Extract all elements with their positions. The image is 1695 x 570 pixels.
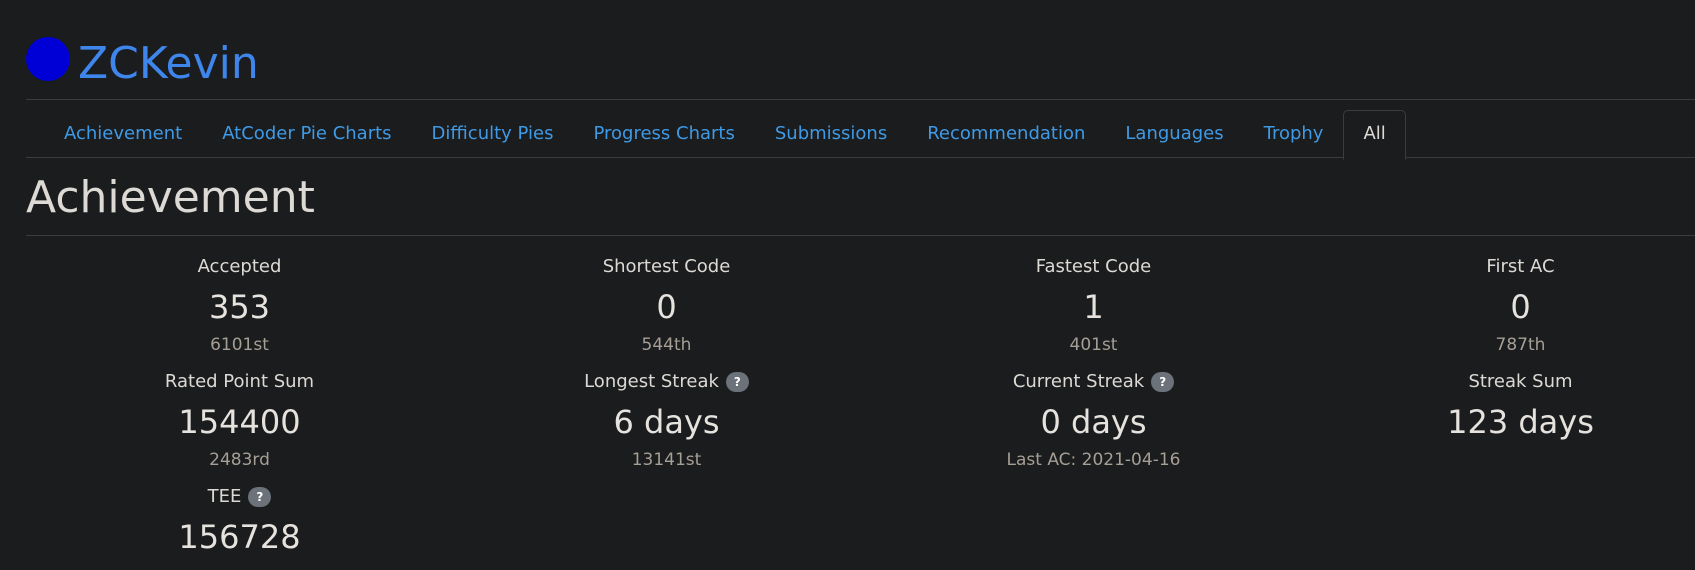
help-icon[interactable]: ? [1151,372,1175,392]
header-divider [26,99,1695,100]
stat-value: 0 [1510,288,1531,326]
nav-tabs: Achievement AtCoder Pie Charts Difficult… [26,110,1695,160]
stat-value: 123 days [1447,403,1594,441]
last-ac-date: Last AC: 2021-04-16 [1006,450,1181,470]
tab-atcoder-pie-charts[interactable]: AtCoder Pie Charts [202,110,411,158]
stat-title: Current Streak? [1013,367,1175,397]
stat-accepted: Accepted 353 6101st [26,252,453,367]
stat-title: TEE? [208,482,272,512]
stat-value: 0 [656,288,677,326]
tab-trophy[interactable]: Trophy [1244,110,1344,158]
tab-all[interactable]: All [1343,110,1406,160]
stats-grid: Accepted 353 6101st Shortest Code 0 544t… [26,252,1695,570]
tab-achievement[interactable]: Achievement [44,110,202,158]
stat-first-ac: First AC 0 787th [1307,252,1695,367]
stat-value: 154400 [178,403,301,441]
stat-value: 1 [1083,288,1104,326]
tab-languages[interactable]: Languages [1105,110,1243,158]
user-avatar [26,37,70,81]
stat-streak-sum: Streak Sum 123 days [1307,367,1695,482]
username-link[interactable]: ZCKevin [78,34,259,94]
stat-value: 0 days [1040,403,1147,441]
stat-fastest-code: Fastest Code 1 401st [880,252,1307,367]
stat-rank: 401st [1069,335,1118,355]
stat-rank: 2483rd [209,450,270,470]
stat-longest-streak: Longest Streak? 6 days 13141st [453,367,880,482]
tab-difficulty-pies[interactable]: Difficulty Pies [412,110,574,158]
help-icon[interactable]: ? [725,372,749,392]
stat-title: First AC [1486,256,1555,277]
stat-shortest-code: Shortest Code 0 544th [453,252,880,367]
stat-rank: 6101st [210,335,269,355]
stat-value: 353 [208,288,271,326]
help-icon[interactable]: ? [248,487,272,507]
stat-value: 156728 [178,518,301,556]
stat-title: Accepted [197,256,282,277]
section-divider [26,235,1695,236]
stat-title: Shortest Code [602,256,731,277]
tab-submissions[interactable]: Submissions [755,110,907,158]
stat-rank: 544th [641,335,692,355]
user-header: ZCKevin [26,32,259,96]
stat-value: 6 days [613,403,720,441]
stat-title: Longest Streak? [584,367,749,397]
stat-rated-point-sum: Rated Point Sum 154400 2483rd [26,367,453,482]
stat-rank: 787th [1495,335,1546,355]
stat-current-streak: Current Streak? 0 days Last AC: 2021-04-… [880,367,1307,482]
stat-rank: 13141st [631,450,702,470]
stat-title: Fastest Code [1035,256,1152,277]
tab-recommendation[interactable]: Recommendation [907,110,1105,158]
stat-tee: TEE? 156728 [26,482,453,570]
tab-progress-charts[interactable]: Progress Charts [573,110,754,158]
stat-title: Streak Sum [1468,371,1573,392]
stat-title: Rated Point Sum [164,371,315,392]
section-title: Achievement [26,172,315,223]
